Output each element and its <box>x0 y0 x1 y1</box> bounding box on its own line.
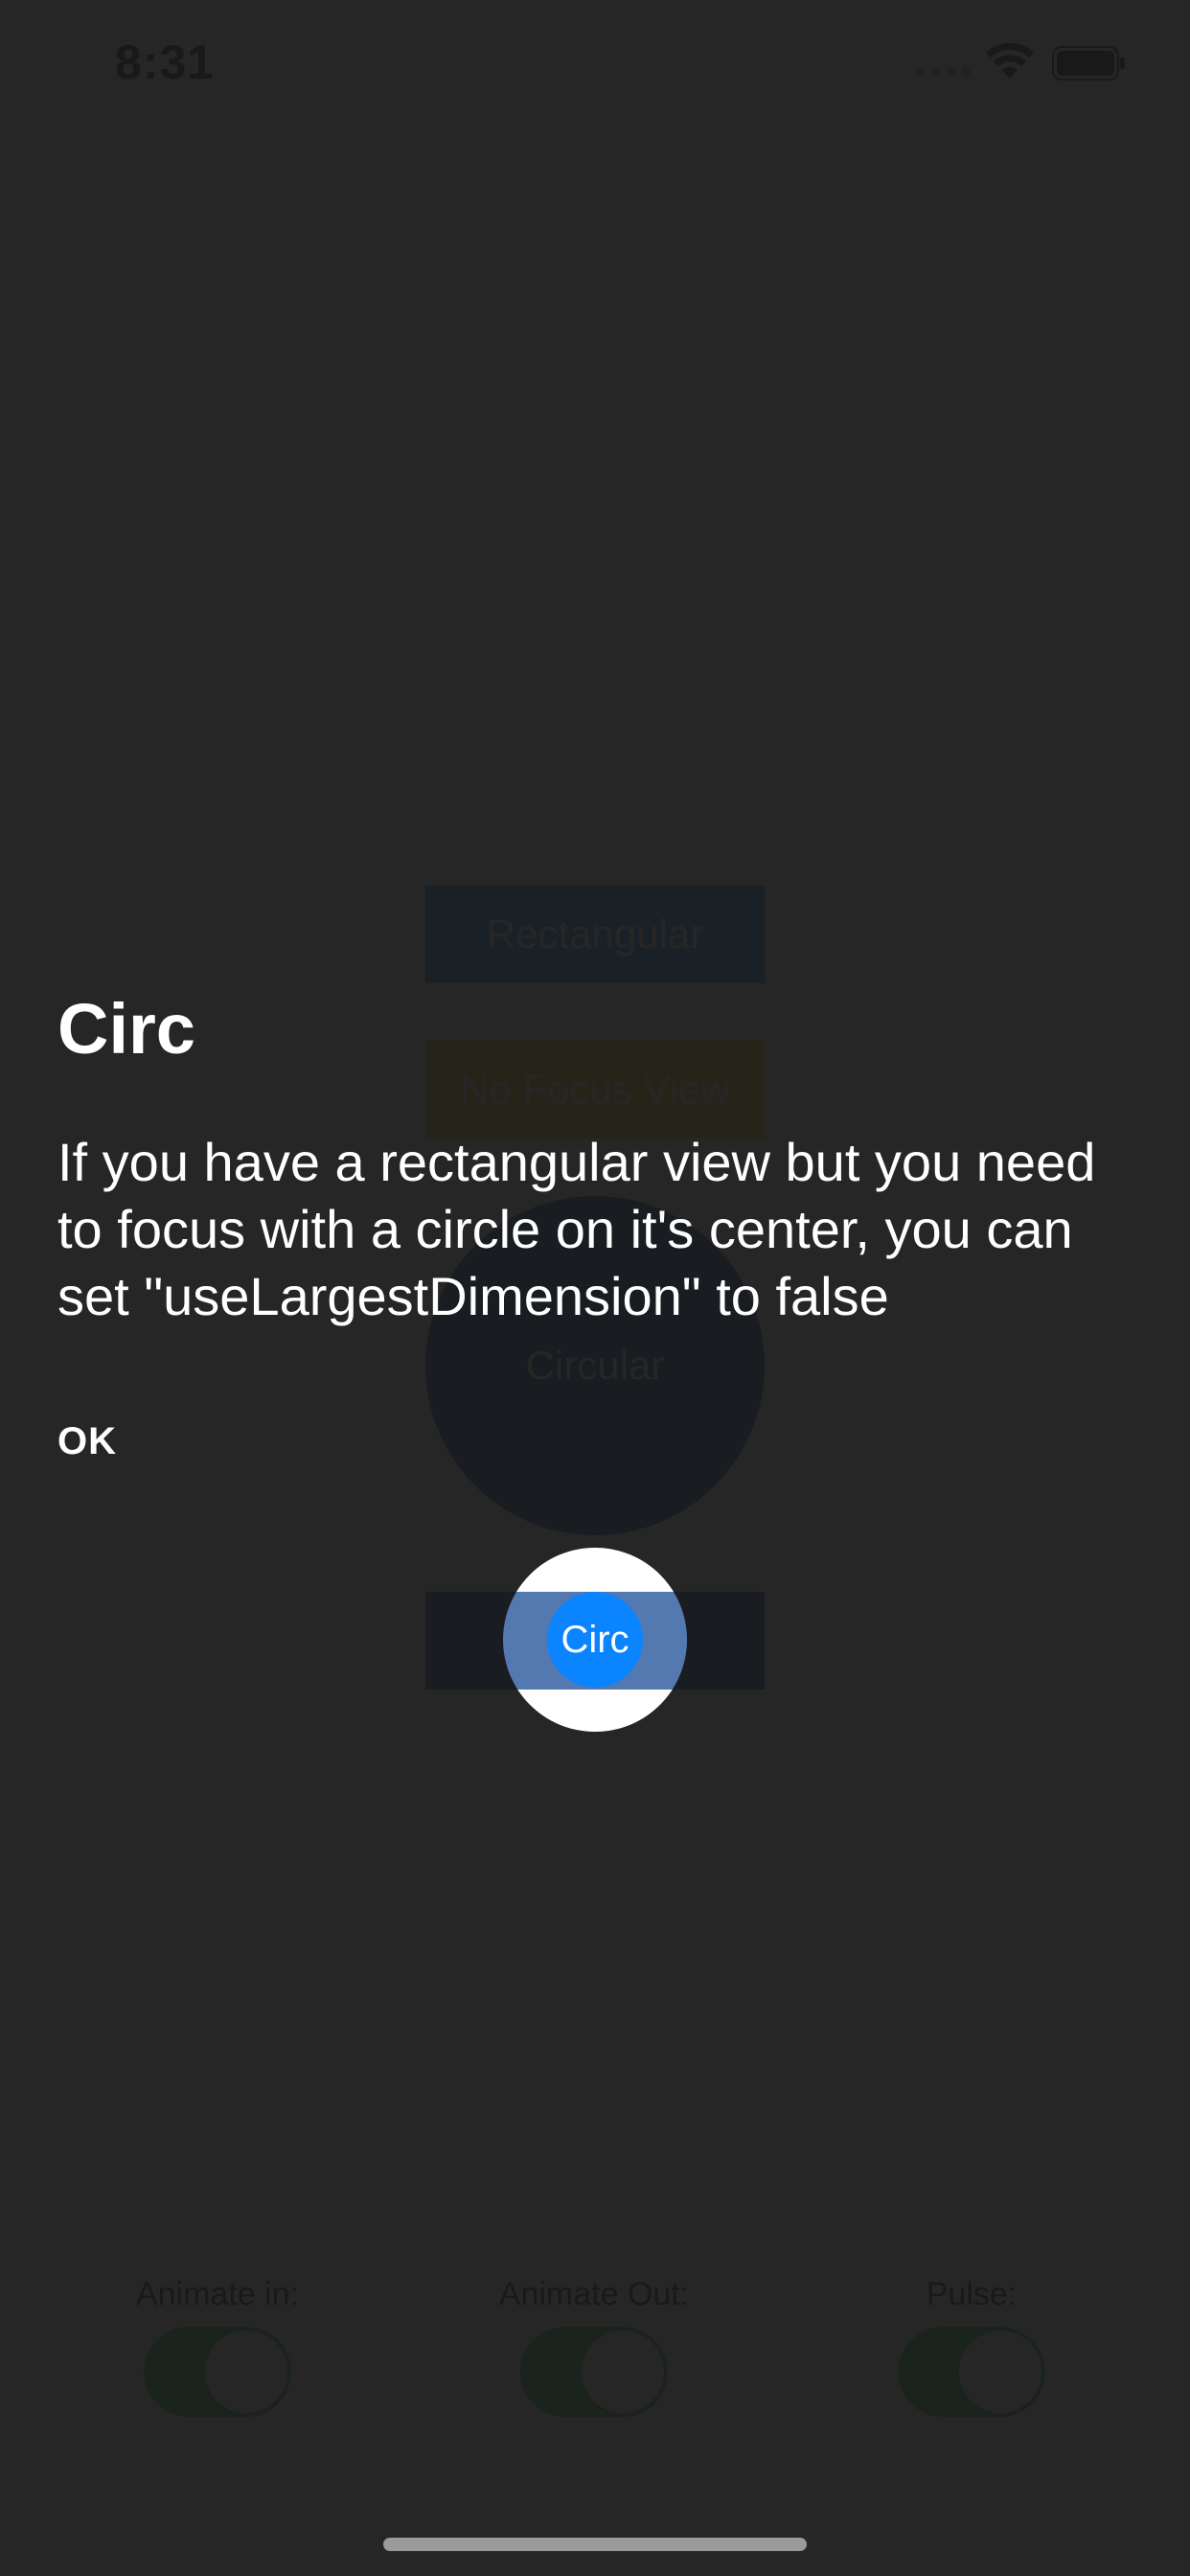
tooltip-description: If you have a rectangular view but you n… <box>57 1132 1096 1326</box>
animate-in-group: Animate in: <box>74 2276 361 2422</box>
animate-out-label: Animate Out: <box>498 2276 690 2312</box>
ok-button[interactable]: OK <box>57 1420 117 1463</box>
switch-knob <box>205 2331 287 2413</box>
rectangular-button[interactable]: Rectangular <box>425 886 765 983</box>
status-time: 8:31 <box>115 35 216 89</box>
signal-icon <box>915 67 973 80</box>
animate-out-switch[interactable] <box>520 2327 668 2417</box>
pulse-label: Pulse: <box>926 2276 1018 2312</box>
status-bar: 8:31 <box>0 0 1190 126</box>
animate-out-group: Animate Out: <box>450 2276 738 2422</box>
pulse-switch[interactable] <box>898 2327 1045 2417</box>
animate-in-label: Animate in: <box>135 2276 300 2312</box>
pulse-group: Pulse: <box>828 2276 1115 2422</box>
battery-icon <box>1052 46 1125 80</box>
home-indicator <box>383 2538 807 2551</box>
switch-knob <box>959 2331 1041 2413</box>
wifi-icon <box>986 42 1034 79</box>
focused-circ-button[interactable]: Circ <box>547 1592 643 1688</box>
spotlight-tooltip: Circ If you have a rectangular view but … <box>57 985 1140 1463</box>
app-screen: 8:31 Rectangular No Focus View Circular … <box>0 0 1190 2576</box>
switch-knob <box>582 2331 664 2413</box>
animate-in-switch[interactable] <box>144 2327 291 2417</box>
tooltip-title: Circ <box>57 989 195 1069</box>
